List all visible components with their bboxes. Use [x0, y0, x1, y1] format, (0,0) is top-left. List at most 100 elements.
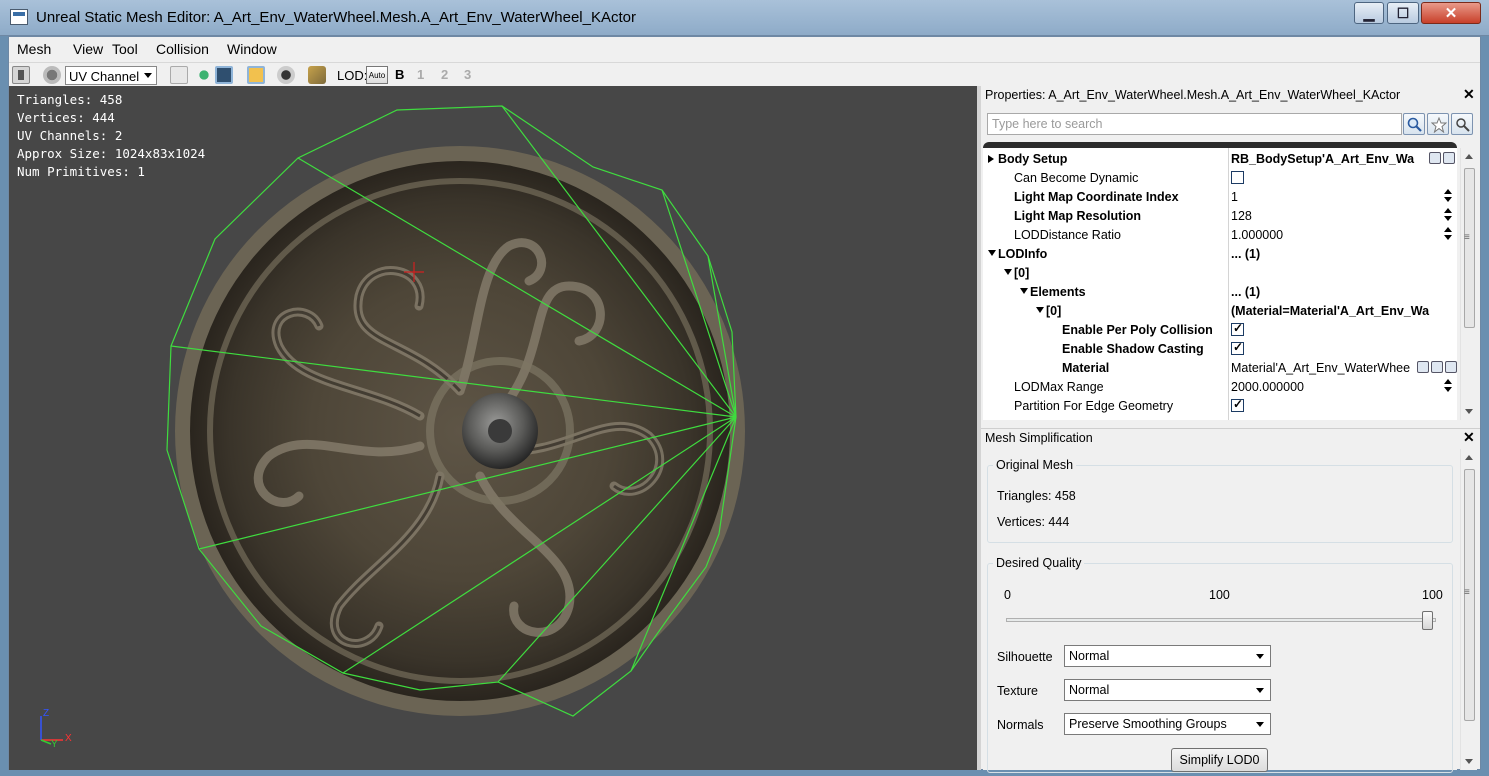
menu-view[interactable]: View: [73, 41, 103, 57]
menu-mesh[interactable]: Mesh: [17, 41, 51, 57]
properties-close-icon[interactable]: ✕: [1463, 86, 1475, 103]
lod-auto-button[interactable]: Auto: [366, 66, 388, 84]
property-scrollbar[interactable]: ≡: [1460, 148, 1477, 420]
property-checkbox[interactable]: [1231, 397, 1244, 412]
original-mesh-label: Original Mesh: [993, 458, 1077, 472]
wireframe-icon[interactable]: [215, 66, 233, 84]
property-name: Material: [1062, 361, 1110, 375]
property-row[interactable]: Material Material'A_Art_Env_WaterWhee: [983, 358, 1457, 377]
cube-icon[interactable]: [170, 66, 188, 84]
chevron-down-icon: [1256, 722, 1264, 727]
favorites-button[interactable]: [1427, 113, 1449, 135]
property-row[interactable]: Enable Shadow Casting: [983, 339, 1457, 358]
property-row[interactable]: Light Map Resolution 128: [983, 206, 1457, 225]
menu-window[interactable]: Window: [227, 41, 277, 57]
collapse-arrow-icon[interactable]: [988, 250, 996, 256]
eye-icon[interactable]: [277, 66, 295, 84]
scroll-down-icon[interactable]: [1465, 759, 1473, 764]
simplification-title-text: Mesh Simplification: [985, 431, 1093, 445]
uv-icon[interactable]: [43, 66, 61, 84]
browse-icon[interactable]: [1429, 152, 1441, 164]
silhouette-select[interactable]: Normal: [1064, 645, 1271, 667]
property-value[interactable]: (Material=Material'A_Art_Env_Wa: [1231, 304, 1453, 318]
property-name: [0]: [1046, 304, 1062, 318]
property-value[interactable]: ... (1): [1231, 285, 1453, 299]
simplify-lod-button[interactable]: Simplify LOD0: [1171, 748, 1268, 772]
use-selected-icon[interactable]: [1417, 361, 1429, 373]
property-value[interactable]: 2000.000000: [1231, 380, 1453, 394]
lod-base-button[interactable]: B: [395, 67, 404, 82]
collapse-arrow-icon[interactable]: [1004, 269, 1012, 275]
star-icon: [1431, 117, 1447, 133]
menu-collision[interactable]: Collision: [156, 41, 209, 57]
property-row[interactable]: Light Map Coordinate Index 1: [983, 187, 1457, 206]
texture-value: Normal: [1069, 683, 1110, 697]
property-row[interactable]: LODMax Range 2000.000000: [983, 377, 1457, 396]
uv-channel-select[interactable]: UV Channel: [65, 66, 157, 85]
property-row[interactable]: Elements ... (1): [983, 282, 1457, 301]
properties-search-input[interactable]: Type here to search: [987, 113, 1402, 135]
stat-num-primitives: Num Primitives: 1: [17, 164, 145, 179]
normals-select[interactable]: Preserve Smoothing Groups: [1064, 713, 1271, 735]
find-icon[interactable]: [1431, 361, 1443, 373]
mesh-icon[interactable]: [308, 66, 326, 84]
scroll-down-icon[interactable]: [1465, 409, 1473, 414]
menu-tool[interactable]: Tool: [112, 41, 138, 57]
move-icon[interactable]: [12, 66, 30, 84]
spinner-icon[interactable]: [1444, 189, 1453, 204]
spinner-icon[interactable]: [1444, 227, 1453, 242]
scroll-up-icon[interactable]: [1465, 154, 1473, 159]
property-row[interactable]: Partition For Edge Geometry: [983, 396, 1457, 415]
clear-icon[interactable]: [1445, 361, 1457, 373]
property-value[interactable]: RB_BodySetup'A_Art_Env_Wa: [1231, 152, 1416, 166]
sphere-icon[interactable]: [195, 66, 213, 84]
property-value[interactable]: ... (1): [1231, 247, 1453, 261]
grip-icon: ≡: [1464, 587, 1470, 598]
quality-slider-track[interactable]: [1006, 618, 1436, 622]
scroll-up-icon[interactable]: [1465, 455, 1473, 460]
collapse-arrow-icon[interactable]: [1020, 288, 1028, 294]
chevron-down-icon: [1256, 688, 1264, 693]
collapse-arrow-icon[interactable]: [1036, 307, 1044, 313]
property-row[interactable]: [0] (Material=Material'A_Art_Env_Wa: [983, 301, 1457, 320]
spinner-icon[interactable]: [1444, 208, 1453, 223]
app-icon: [10, 9, 28, 25]
spinner-icon[interactable]: [1444, 379, 1453, 394]
expand-arrow-icon[interactable]: [988, 155, 994, 163]
property-value[interactable]: 1.000000: [1231, 228, 1453, 242]
property-checkbox[interactable]: [1231, 321, 1244, 336]
property-row[interactable]: LODDistance Ratio 1.000000: [983, 225, 1457, 244]
texture-select[interactable]: Normal: [1064, 679, 1271, 701]
property-value[interactable]: Material'A_Art_Env_WaterWhee: [1231, 361, 1416, 375]
simplification-scrollbar[interactable]: ≡: [1460, 449, 1477, 770]
property-row[interactable]: LODInfo ... (1): [983, 244, 1457, 263]
lod-2-button[interactable]: 2: [441, 67, 448, 82]
property-row[interactable]: Can Become Dynamic: [983, 168, 1457, 187]
property-checkbox[interactable]: [1231, 340, 1244, 355]
lod-3-button[interactable]: 3: [464, 67, 471, 82]
mesh-viewport[interactable]: Triangles: 458 Vertices: 444 UV Channels…: [9, 86, 977, 770]
property-name: Enable Shadow Casting: [1062, 342, 1204, 356]
property-value[interactable]: 128: [1231, 209, 1453, 223]
title-bar: Unreal Static Mesh Editor: A_Art_Env_Wat…: [0, 0, 1489, 36]
property-scroll-thumb[interactable]: [1464, 168, 1475, 328]
property-checkbox[interactable]: [1231, 171, 1244, 184]
options-button[interactable]: [1451, 113, 1473, 135]
quality-slider-thumb[interactable]: [1422, 611, 1433, 630]
search-button[interactable]: [1403, 113, 1425, 135]
lod-1-button[interactable]: 1: [417, 67, 424, 82]
axis-gizmo: Z Y X: [33, 708, 93, 758]
property-row[interactable]: Enable Per Poly Collision: [983, 320, 1457, 339]
maximize-button[interactable]: ☐: [1387, 2, 1419, 24]
property-row[interactable]: [0]: [983, 263, 1457, 282]
close-window-button[interactable]: ✕: [1421, 2, 1481, 24]
property-value[interactable]: 1: [1231, 190, 1453, 204]
dropdown-icon[interactable]: [1443, 152, 1455, 164]
property-column-divider[interactable]: [1228, 148, 1229, 420]
minimize-button[interactable]: ▁: [1354, 2, 1384, 24]
simplification-close-icon[interactable]: ✕: [1463, 429, 1475, 446]
lod-label: LOD:: [337, 68, 368, 83]
lock-icon[interactable]: [247, 66, 265, 84]
property-row[interactable]: Body Setup RB_BodySetup'A_Art_Env_Wa: [983, 149, 1457, 168]
property-name: Body Setup: [998, 152, 1068, 166]
